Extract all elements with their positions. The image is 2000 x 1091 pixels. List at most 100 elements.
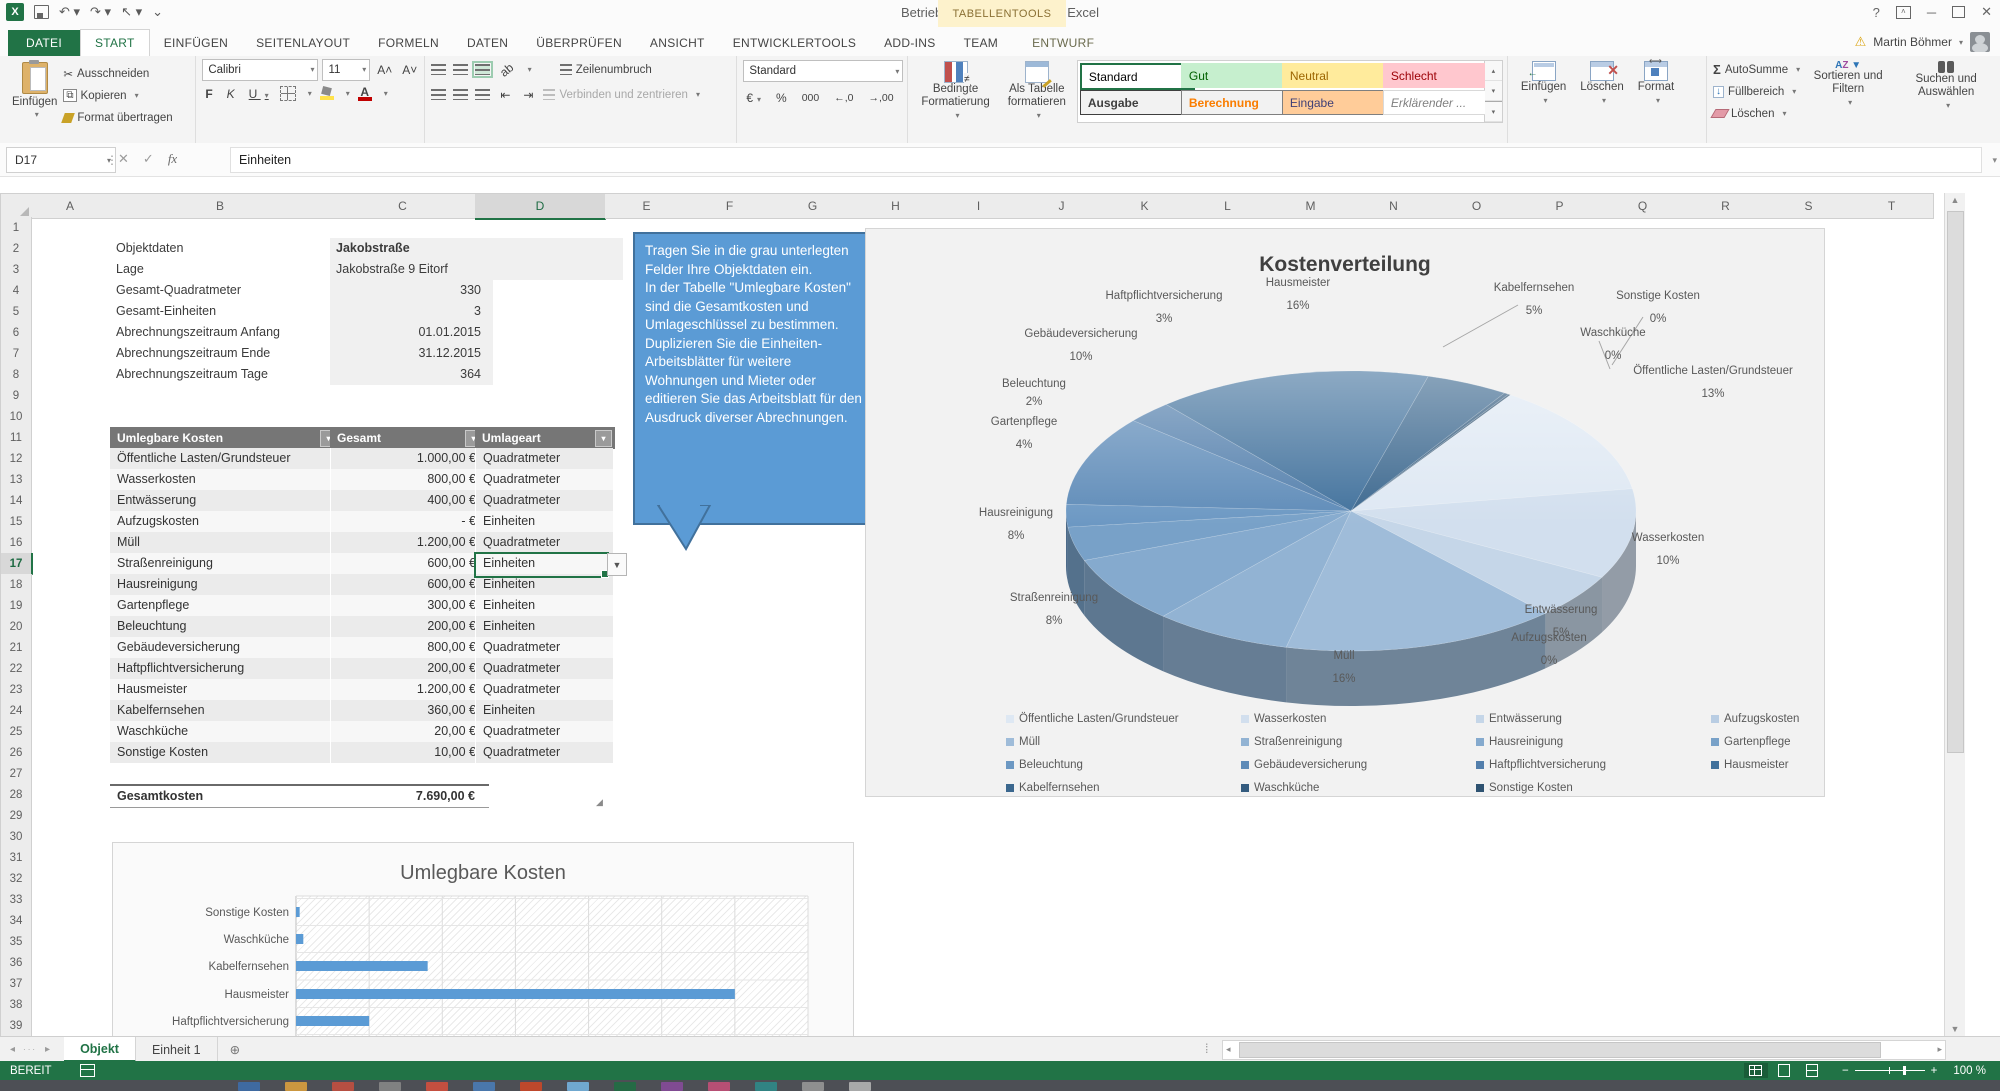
- filter-dropdown-icon[interactable]: ▾: [595, 430, 612, 447]
- increase-decimal-button[interactable]: ←,0: [831, 92, 856, 104]
- scroll-up-icon[interactable]: ▲: [1945, 195, 1965, 205]
- object-data-label[interactable]: Lage: [116, 259, 144, 280]
- row-header-1[interactable]: 1: [0, 217, 32, 239]
- table-row-umlageart[interactable]: Quadratmeter: [475, 469, 613, 491]
- table-row-amount[interactable]: 360,00 €: [330, 700, 490, 722]
- shrink-font-button[interactable]: A˅: [399, 63, 420, 77]
- column-header-D[interactable]: D: [475, 193, 606, 220]
- table-row-umlageart[interactable]: Quadratmeter: [475, 721, 613, 743]
- table-row-name[interactable]: Sonstige Kosten: [110, 742, 337, 764]
- table-row-amount[interactable]: 10,00 €: [330, 742, 490, 764]
- table-row-amount[interactable]: 200,00 €: [330, 658, 490, 680]
- cell-dropdown-button[interactable]: ▼: [607, 553, 627, 576]
- taskbar-icon[interactable]: [520, 1082, 542, 1091]
- sort-filter-button[interactable]: AZ ▼ Sortieren und Filtern▾: [1800, 60, 1896, 123]
- taskbar-icon[interactable]: [285, 1082, 307, 1091]
- format-cells-button[interactable]: ⟷Format▾: [1631, 60, 1681, 108]
- row-header-33[interactable]: 33: [0, 889, 32, 911]
- row-header-11[interactable]: 11: [0, 427, 32, 449]
- account-area[interactable]: ⚠ Martin Böhmer ▾: [1855, 32, 1990, 52]
- table-row-name[interactable]: Waschküche: [110, 721, 337, 743]
- row-header-12[interactable]: 12: [0, 448, 32, 470]
- decrease-indent-icon[interactable]: ⇤: [497, 88, 513, 102]
- table-row-umlageart[interactable]: Einheiten: [475, 595, 613, 617]
- column-header-C[interactable]: C: [330, 193, 476, 219]
- ribbon-tab-team[interactable]: TEAM: [950, 30, 1013, 56]
- cell-style-neutral[interactable]: Neutral: [1282, 63, 1395, 88]
- row-header-19[interactable]: 19: [0, 595, 32, 617]
- row-header-39[interactable]: 39: [0, 1015, 32, 1037]
- row-header-24[interactable]: 24: [0, 700, 32, 722]
- table-row-umlageart[interactable]: Quadratmeter: [475, 658, 613, 680]
- table-header-umlageart[interactable]: Umlageart▾: [475, 427, 615, 449]
- italic-button[interactable]: K: [224, 87, 238, 101]
- taskbar-icon[interactable]: [567, 1082, 589, 1091]
- delete-cells-button[interactable]: ✕Löschen▾: [1573, 60, 1630, 108]
- page-break-view-button[interactable]: [1800, 1063, 1824, 1078]
- row-header-21[interactable]: 21: [0, 637, 32, 659]
- table-row-umlageart[interactable]: Quadratmeter: [475, 490, 613, 512]
- object-data-label[interactable]: Gesamt-Einheiten: [116, 301, 216, 322]
- row-header-31[interactable]: 31: [0, 847, 32, 869]
- align-center-icon[interactable]: [453, 89, 468, 100]
- row-header-15[interactable]: 15: [0, 511, 32, 533]
- align-middle-icon[interactable]: [453, 64, 468, 75]
- table-row-name[interactable]: Kabelfernsehen: [110, 700, 337, 722]
- sheet-nav-arrows[interactable]: ◂ ··· ▸: [0, 1037, 64, 1062]
- scroll-right-icon[interactable]: ▸: [1937, 1044, 1942, 1055]
- formula-input[interactable]: Einheiten: [230, 147, 1982, 173]
- scroll-down-icon[interactable]: ▼: [1945, 1024, 1965, 1034]
- object-data-value[interactable]: Jakobstraße 9 Eitorf: [330, 259, 623, 280]
- taskbar-icon[interactable]: [379, 1082, 401, 1091]
- row-header-26[interactable]: 26: [0, 742, 32, 764]
- table-row-amount[interactable]: 1.200,00 €: [330, 532, 490, 554]
- object-data-value[interactable]: 31.12.2015: [330, 343, 493, 364]
- legend-item[interactable]: Waschküche: [1241, 782, 1319, 794]
- legend-item[interactable]: Gebäudeversicherung: [1241, 759, 1367, 771]
- table-row-name[interactable]: Haftpflichtversicherung: [110, 658, 337, 680]
- align-left-icon[interactable]: [431, 89, 446, 100]
- table-row-name[interactable]: Öffentliche Lasten/Grundsteuer: [110, 448, 337, 470]
- table-row-umlageart[interactable]: Quadratmeter: [475, 637, 613, 659]
- merge-center-button[interactable]: Verbinden und zentrieren▾: [543, 85, 700, 104]
- row-header-37[interactable]: 37: [0, 973, 32, 995]
- fill-button[interactable]: ↓Füllbereich▾: [1713, 82, 1800, 101]
- table-row-amount[interactable]: 20,00 €: [330, 721, 490, 743]
- table-row-umlageart[interactable]: Quadratmeter: [475, 679, 613, 701]
- pie-chart-panel[interactable]: KostenverteilungÖffentliche Lasten/Grund…: [865, 228, 1825, 797]
- zoom-in-button[interactable]: +: [1931, 1065, 1938, 1077]
- cell-style-schlecht[interactable]: Schlecht: [1383, 63, 1496, 88]
- legend-item[interactable]: Hausmeister: [1711, 759, 1789, 771]
- table-header-gesamt[interactable]: Gesamt▾: [330, 427, 485, 449]
- legend-item[interactable]: Haftpflichtversicherung: [1476, 759, 1606, 771]
- find-select-button[interactable]: Suchen und Auswählen▾: [1896, 60, 1996, 123]
- cell-style-berechnung[interactable]: Berechnung: [1181, 90, 1294, 115]
- column-header-E[interactable]: E: [605, 193, 689, 219]
- ribbon-tab-einfügen[interactable]: EINFÜGEN: [150, 30, 242, 56]
- wrap-text-button[interactable]: Zeilenumbruch: [560, 60, 652, 79]
- format-painter-button[interactable]: Format übertragen: [63, 108, 172, 127]
- column-header-G[interactable]: G: [771, 193, 855, 219]
- row-header-30[interactable]: 30: [0, 826, 32, 848]
- row-header-3[interactable]: 3: [0, 259, 32, 281]
- table-row-amount[interactable]: 800,00 €: [330, 469, 490, 491]
- name-box-splitter[interactable]: ⋮: [106, 153, 118, 167]
- table-resize-handle[interactable]: ◢: [596, 797, 603, 808]
- new-sheet-button[interactable]: ⊕: [218, 1037, 252, 1062]
- scroll-left-icon[interactable]: ◂: [1226, 1044, 1231, 1055]
- legend-item[interactable]: Sonstige Kosten: [1476, 782, 1573, 794]
- insert-function-icon[interactable]: fx: [168, 151, 177, 167]
- zoom-slider[interactable]: [1855, 1070, 1925, 1071]
- row-header-23[interactable]: 23: [0, 679, 32, 701]
- table-row-amount[interactable]: 200,00 €: [330, 616, 490, 638]
- enter-icon[interactable]: ✓: [143, 151, 154, 167]
- ribbon-tab-formeln[interactable]: FORMELN: [364, 30, 453, 56]
- row-header-25[interactable]: 25: [0, 721, 32, 743]
- row-header-13[interactable]: 13: [0, 469, 32, 491]
- row-header-32[interactable]: 32: [0, 868, 32, 890]
- row-header-9[interactable]: 9: [0, 385, 32, 407]
- column-header-R[interactable]: R: [1684, 193, 1768, 219]
- row-header-27[interactable]: 27: [0, 763, 32, 785]
- table-row-umlageart[interactable]: Einheiten: [475, 511, 613, 533]
- taskbar-icon[interactable]: [238, 1082, 260, 1091]
